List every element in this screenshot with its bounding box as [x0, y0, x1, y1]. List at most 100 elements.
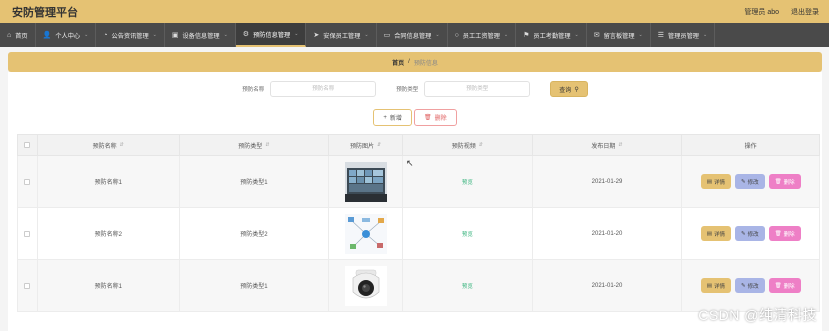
main-nav: ⌂ 首页 👤 个人中心 ⌄ ◔ 公告资讯管理 ⌄ ▣ 设备信息管理 ⌄ ⚙ 预防信息管理 ⌄ ➤ 安保员工管理… — [0, 23, 829, 47]
edit-button[interactable]: ✎ 修改 — [734, 226, 765, 241]
cell-date: 2021-01-20 — [533, 208, 683, 259]
bell-icon: ◔ — [103, 31, 108, 39]
detail-button[interactable]: ▤ 详情 — [700, 174, 731, 189]
trash-icon: 🗑 — [774, 282, 782, 289]
nav-item-label: 首页 — [15, 32, 28, 40]
add-button[interactable]: + 新增 — [373, 109, 412, 126]
video-preview-link[interactable]: 预览 — [462, 178, 473, 186]
nav-item-5[interactable]: ➤ 安保员工管理 ⌄ — [306, 23, 377, 47]
query-button-label: 查询 — [559, 87, 572, 94]
chevron-down-icon: ⌄ — [84, 32, 89, 38]
sort-icon: ⇵ — [478, 142, 483, 148]
edit-label: 修改 — [747, 179, 759, 186]
row-checkbox[interactable] — [24, 230, 31, 237]
col-image[interactable]: 预防图片 ⇵ — [329, 135, 404, 155]
detail-button[interactable]: ▤ 详情 — [700, 278, 731, 293]
col-video-label: 预防视频 — [451, 143, 476, 150]
search-icon: ⚲ — [574, 86, 579, 93]
delete-label: 删除 — [783, 283, 795, 290]
nav-item-2[interactable]: ◔ 公告资讯管理 ⌄ — [96, 23, 165, 47]
cell-type: 预防类型2 — [180, 208, 330, 259]
list-icon: ☰ — [657, 32, 665, 39]
nav-item-label: 管理员管理 — [668, 32, 699, 40]
breadcrumb-separator: / — [408, 59, 410, 65]
nav-item-10[interactable]: ☰ 管理员管理 ⌄ — [651, 23, 716, 47]
bulk-delete-label: 删除 — [434, 116, 447, 122]
nav-item-1[interactable]: 👤 个人中心 ⌄ — [36, 23, 97, 47]
header-right: 管理员 abo 退出登录 — [744, 7, 819, 17]
nav-item-label: 留言板管理 — [603, 32, 635, 40]
edit-button[interactable]: ✎ 修改 — [734, 174, 765, 189]
sort-icon: ⇵ — [119, 142, 124, 148]
cell-date: 2021-01-20 — [533, 260, 683, 311]
type-search-input[interactable]: 预防类型 — [424, 81, 531, 97]
row-checkbox[interactable] — [24, 282, 31, 289]
edit-label: 修改 — [747, 283, 759, 290]
table-row: 预防名称1 预防类型1 预览 2021-01-29 ▤ 详情 ✎ 修改 🗑 删除 — [17, 156, 820, 208]
nav-item-4[interactable]: ⚙ 预防信息管理 ⌄ — [235, 23, 307, 47]
edit-button[interactable]: ✎ 修改 — [734, 278, 765, 293]
breadcrumb: 首页 / 预防信息 — [8, 52, 822, 72]
name-search-input[interactable]: 预防名称 — [270, 81, 377, 97]
cell-ops: ▤ 详情 ✎ 修改 🗑 删除 — [682, 156, 819, 207]
cell-name: 预防名称1 — [38, 260, 180, 311]
top-header: 安防管理平台 管理员 abo 退出登录 — [0, 0, 829, 23]
mouse-cursor-icon: ↖ — [406, 158, 414, 168]
query-button[interactable]: 查询 ⚲ — [550, 81, 588, 97]
detail-icon: ▤ — [706, 282, 712, 289]
trash-icon: 🗑 — [774, 230, 782, 237]
col-ops: 操作 — [682, 135, 819, 155]
row-checkbox-cell — [18, 156, 38, 207]
video-preview-link[interactable]: 预览 — [462, 230, 473, 238]
nav-item-label: 安保员工管理 — [323, 32, 361, 40]
nav-item-7[interactable]: ○ 员工工资管理 ⌄ — [448, 23, 517, 47]
nav-item-0[interactable]: ⌂ 首页 — [0, 23, 36, 47]
delete-label: 删除 — [783, 179, 795, 186]
logout-link[interactable]: 退出登录 — [791, 7, 819, 17]
detail-button[interactable]: ▤ 详情 — [700, 226, 731, 241]
message-icon: ✉ — [593, 32, 600, 39]
col-name[interactable]: 预防名称 ⇵ — [38, 135, 180, 155]
send-icon: ➤ — [313, 32, 320, 39]
row-actions: ▤ 详情 ✎ 修改 🗑 删除 — [700, 278, 801, 293]
row-checkbox[interactable] — [24, 178, 31, 185]
plus-icon: + — [383, 114, 387, 121]
breadcrumb-home[interactable]: 首页 — [392, 58, 404, 67]
network-diagram-image[interactable] — [344, 213, 387, 254]
nav-item-8[interactable]: ⚑ 员工考勤管理 ⌄ — [516, 23, 587, 47]
data-table: 预防名称 ⇵ 预防类型 ⇵ 预防图片 ⇵ 预防视频 ⇵ 发布日期 ⇵ 操作 预防名称1 预… — [17, 134, 820, 312]
edit-label: 修改 — [747, 231, 759, 238]
delete-button[interactable]: 🗑 删除 — [768, 226, 801, 241]
bulk-delete-button[interactable]: 🗑 删除 — [413, 109, 457, 126]
current-user: 管理员 abo — [744, 9, 779, 16]
edit-icon: ✎ — [740, 178, 746, 185]
flag-icon: ⚑ — [523, 32, 530, 39]
monitor-wall-image[interactable] — [344, 161, 387, 202]
delete-button[interactable]: 🗑 删除 — [768, 174, 801, 189]
detail-label: 详情 — [713, 231, 725, 238]
row-checkbox-cell — [18, 208, 38, 259]
delete-button[interactable]: 🗑 删除 — [768, 278, 801, 293]
cell-type: 预防类型1 — [180, 156, 330, 207]
nav-item-label: 公告资讯管理 — [111, 32, 149, 40]
cell-video: 预览 — [403, 208, 533, 259]
col-ops-label: 操作 — [744, 143, 757, 150]
col-name-label: 预防名称 — [92, 143, 117, 150]
select-all-checkbox[interactable] — [24, 142, 31, 148]
nav-item-6[interactable]: ▭ 合同信息管理 ⌄ — [377, 23, 448, 47]
detail-label: 详情 — [713, 179, 725, 186]
col-image-label: 预防图片 — [350, 143, 375, 150]
chevron-down-icon: ⌄ — [152, 32, 157, 38]
nav-item-label: 个人中心 — [55, 32, 81, 40]
col-date[interactable]: 发布日期 ⇵ — [533, 135, 683, 155]
circle-icon: ○ — [454, 31, 459, 39]
nav-item-3[interactable]: ▣ 设备信息管理 ⌄ — [165, 23, 236, 47]
video-preview-link[interactable]: 预览 — [462, 282, 473, 290]
nav-item-9[interactable]: ✉ 留言板管理 ⌄ — [587, 23, 651, 47]
breadcrumb-current: 预防信息 — [413, 60, 438, 67]
col-type[interactable]: 预防类型 ⇵ — [180, 135, 330, 155]
dome-camera-image[interactable] — [344, 265, 387, 306]
col-video[interactable]: 预防视频 ⇵ — [403, 135, 533, 155]
cell-video: 预览 — [403, 260, 533, 311]
cell-type: 预防类型1 — [180, 260, 330, 311]
